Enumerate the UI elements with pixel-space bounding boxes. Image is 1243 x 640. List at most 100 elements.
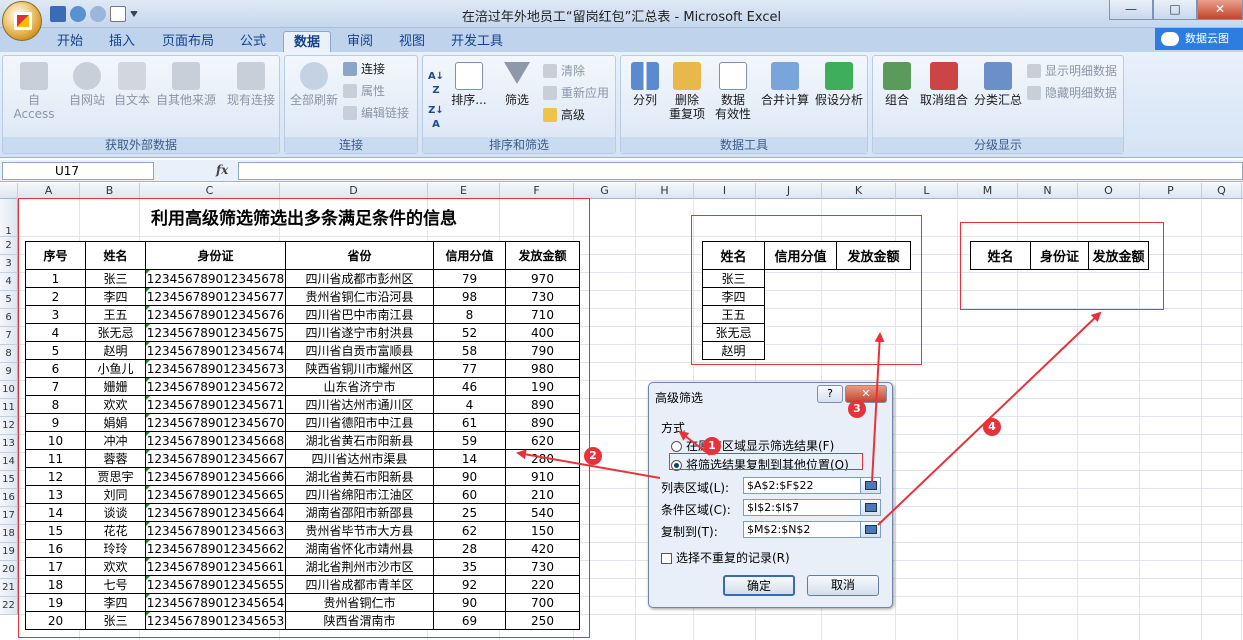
- name-box[interactable]: U17: [2, 162, 154, 180]
- advanced-filter-button[interactable]: 高级: [543, 108, 585, 122]
- access-icon: [20, 62, 48, 90]
- tab-developer[interactable]: 开发工具: [446, 31, 508, 52]
- tab-insert[interactable]: 插入: [100, 31, 144, 52]
- row-header[interactable]: 9: [0, 363, 18, 381]
- column-header[interactable]: B: [80, 183, 140, 199]
- copy-to-picker[interactable]: [860, 521, 881, 538]
- row-header[interactable]: 1: [0, 199, 18, 237]
- column-header[interactable]: E: [428, 183, 500, 199]
- row-header[interactable]: 7: [0, 327, 18, 345]
- from-access-button[interactable]: 自 Access: [7, 62, 61, 121]
- filter-button[interactable]: 筛选: [499, 62, 535, 107]
- column-header[interactable]: M: [958, 183, 1018, 199]
- consolidate-button[interactable]: 合并计算: [759, 62, 811, 107]
- tab-data[interactable]: 数据: [283, 31, 331, 52]
- column-header[interactable]: O: [1078, 183, 1140, 199]
- row-header[interactable]: 10: [0, 381, 18, 399]
- tab-formulas[interactable]: 公式: [232, 31, 274, 52]
- column-header[interactable]: H: [636, 183, 694, 199]
- criteria-range-input[interactable]: $I$2:$I$7: [743, 499, 861, 516]
- worksheet[interactable]: ABCDEFGHIJKLMNOPQ 1 2 3 4 5 6 7 8 9 10 11 12 13 14 15 1…: [0, 183, 1243, 640]
- column-header[interactable]: D: [280, 183, 428, 199]
- sort-ascending-button[interactable]: A↓ Z: [427, 70, 445, 98]
- row-header[interactable]: 21: [0, 579, 18, 597]
- tab-review[interactable]: 审阅: [340, 31, 380, 52]
- group-label: 数据工具: [621, 137, 867, 153]
- row-header[interactable]: 6: [0, 309, 18, 327]
- office-button[interactable]: [2, 1, 42, 41]
- row-header[interactable]: 11: [0, 399, 18, 417]
- row-header[interactable]: 12: [0, 417, 18, 435]
- remove-duplicates-button[interactable]: 删除 重复项: [667, 62, 707, 121]
- row-header[interactable]: 20: [0, 561, 18, 579]
- refresh-all-button[interactable]: 全部刷新: [289, 62, 339, 107]
- formula-input[interactable]: [238, 162, 1243, 180]
- method-label: 方式: [661, 421, 686, 435]
- row-header[interactable]: 19: [0, 543, 18, 561]
- close-button[interactable]: ✕: [1197, 0, 1243, 20]
- maximize-button[interactable]: □: [1153, 0, 1197, 20]
- row-header[interactable]: 18: [0, 525, 18, 543]
- column-header[interactable]: F: [500, 183, 574, 199]
- column-header[interactable]: N: [1018, 183, 1078, 199]
- select-all-corner[interactable]: [0, 183, 18, 199]
- column-header[interactable]: I: [694, 183, 756, 199]
- column-header[interactable]: J: [756, 183, 822, 199]
- window-title: 在涪过年外地员工“留岗红包”汇总表 - Microsoft Excel: [461, 10, 782, 25]
- row-header[interactable]: 8: [0, 345, 18, 363]
- row-header[interactable]: 15: [0, 471, 18, 489]
- column-header[interactable]: A: [18, 183, 80, 199]
- tab-page-layout[interactable]: 页面布局: [156, 31, 220, 52]
- list-range-picker[interactable]: [860, 477, 881, 494]
- column-header[interactable]: K: [822, 183, 896, 199]
- column-header[interactable]: L: [896, 183, 958, 199]
- copy-to-input[interactable]: $M$2:$N$2: [743, 521, 861, 538]
- edit-links-button[interactable]: 编辑链接: [343, 106, 409, 120]
- reapply-button[interactable]: 重新应用: [543, 86, 609, 100]
- tab-view[interactable]: 视图: [392, 31, 432, 52]
- connections-button[interactable]: 连接: [343, 62, 385, 76]
- text-to-columns-button[interactable]: 分列: [625, 62, 665, 107]
- from-other-sources-button[interactable]: 自其他来源: [153, 62, 219, 107]
- row-header[interactable]: 16: [0, 489, 18, 507]
- unique-records-checkbox[interactable]: 选择不重复的记录(R): [661, 549, 790, 566]
- ok-button[interactable]: 确定: [723, 575, 795, 596]
- row-header[interactable]: 14: [0, 453, 18, 471]
- sort-descending-button[interactable]: Z↓ A: [427, 104, 445, 132]
- existing-connections-button[interactable]: 现有连接: [225, 62, 277, 107]
- help-button[interactable]: ?: [817, 385, 843, 403]
- row-header[interactable]: 2: [0, 237, 18, 255]
- ungroup-button[interactable]: 取消组合: [919, 62, 969, 107]
- cloud-button[interactable]: 数据云图: [1155, 28, 1243, 50]
- insert-function-icon[interactable]: fx: [216, 163, 228, 177]
- sort-button[interactable]: 排序...: [449, 62, 489, 107]
- group-button[interactable]: 组合: [877, 62, 917, 107]
- from-text-button[interactable]: 自文本: [111, 62, 153, 107]
- list-range-input[interactable]: $A$2:$F$22: [743, 477, 861, 494]
- row-header[interactable]: 13: [0, 435, 18, 453]
- from-web-button[interactable]: 自网站: [65, 62, 109, 107]
- column-header[interactable]: Q: [1202, 183, 1242, 199]
- criteria-range-picker[interactable]: [860, 499, 881, 516]
- row-header[interactable]: 4: [0, 273, 18, 291]
- hide-detail-button[interactable]: 隐藏明细数据: [1027, 86, 1117, 100]
- cancel-button[interactable]: 取消: [807, 575, 879, 596]
- data-validation-button[interactable]: 数据 有效性: [711, 62, 755, 121]
- row-header[interactable]: 5: [0, 291, 18, 309]
- clear-filter-button[interactable]: 清除: [543, 64, 585, 78]
- properties-button[interactable]: 属性: [343, 84, 385, 98]
- show-detail-button[interactable]: 显示明细数据: [1027, 64, 1117, 78]
- what-if-analysis-button[interactable]: 假设分析: [813, 62, 865, 107]
- column-header[interactable]: G: [574, 183, 636, 199]
- row-header[interactable]: 17: [0, 507, 18, 525]
- minimize-button[interactable]: —: [1109, 0, 1153, 20]
- tab-home[interactable]: 开始: [50, 31, 90, 52]
- data-validation-icon: [719, 62, 747, 90]
- column-header[interactable]: P: [1140, 183, 1202, 199]
- subtotal-button[interactable]: 分类汇总: [973, 62, 1023, 107]
- dialog-close-button[interactable]: ✕: [845, 385, 887, 403]
- column-header[interactable]: C: [140, 183, 280, 199]
- row-header[interactable]: 22: [0, 597, 18, 615]
- option-in-place[interactable]: 在原有区域显示筛选结果(F): [671, 437, 834, 454]
- row-header[interactable]: 3: [0, 255, 18, 273]
